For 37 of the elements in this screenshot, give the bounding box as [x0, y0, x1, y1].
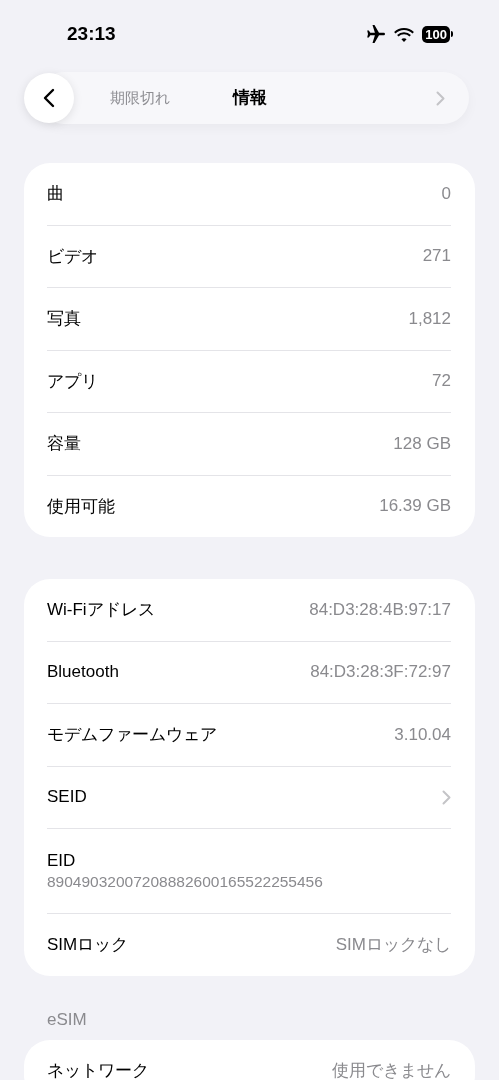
row-value: 128 GB: [393, 433, 451, 454]
row-value: 1,812: [408, 308, 451, 329]
clock-time: 23:13: [67, 23, 116, 45]
row-label: Bluetooth: [47, 662, 119, 683]
row-label: 容量: [47, 433, 81, 456]
row-value: 271: [422, 246, 451, 267]
wifi-icon: [394, 26, 415, 42]
page-title: 情報: [232, 87, 267, 109]
section-header: eSIM: [47, 1009, 87, 1029]
row-value: 0: [441, 183, 451, 204]
settings-row[interactable]: SEID: [47, 765, 451, 828]
row-label: モデムファームウェア: [47, 724, 217, 747]
chevron-icon: [436, 90, 445, 106]
row-value: 使用できません: [332, 1059, 451, 1080]
row-label: SIMロック: [47, 934, 129, 957]
back-chevron-icon: [43, 88, 55, 108]
scrolled-under-label: 期限切れ: [110, 88, 170, 108]
row-label: アプリ: [47, 370, 98, 393]
row-label: SEID: [47, 787, 87, 808]
row-label: ビデオ: [47, 245, 98, 268]
row-label: EID: [47, 851, 76, 871]
airplane-icon: [366, 25, 387, 43]
row-label: 写真: [47, 308, 81, 331]
chevron-icon: [442, 789, 451, 805]
back-button[interactable]: [24, 73, 74, 123]
row-label: ネットワーク: [47, 1059, 149, 1080]
row-label: 曲: [47, 183, 64, 206]
row-value: 3.10.04: [394, 724, 451, 745]
row-value: 84:D3:28:3F:72:97: [310, 662, 451, 683]
row-label: Wi-Fiアドレス: [47, 599, 155, 622]
row-label: 使用可能: [47, 495, 115, 518]
row-value: 89049032007208882600165522255456: [47, 873, 323, 891]
row-value: 16.39 GB: [379, 496, 451, 517]
row-value: SIMロックなし: [335, 934, 451, 957]
row-value: 72: [432, 371, 451, 392]
row-value: 84:D3:28:4B:97:17: [309, 599, 451, 620]
battery-icon: 100: [422, 25, 453, 43]
